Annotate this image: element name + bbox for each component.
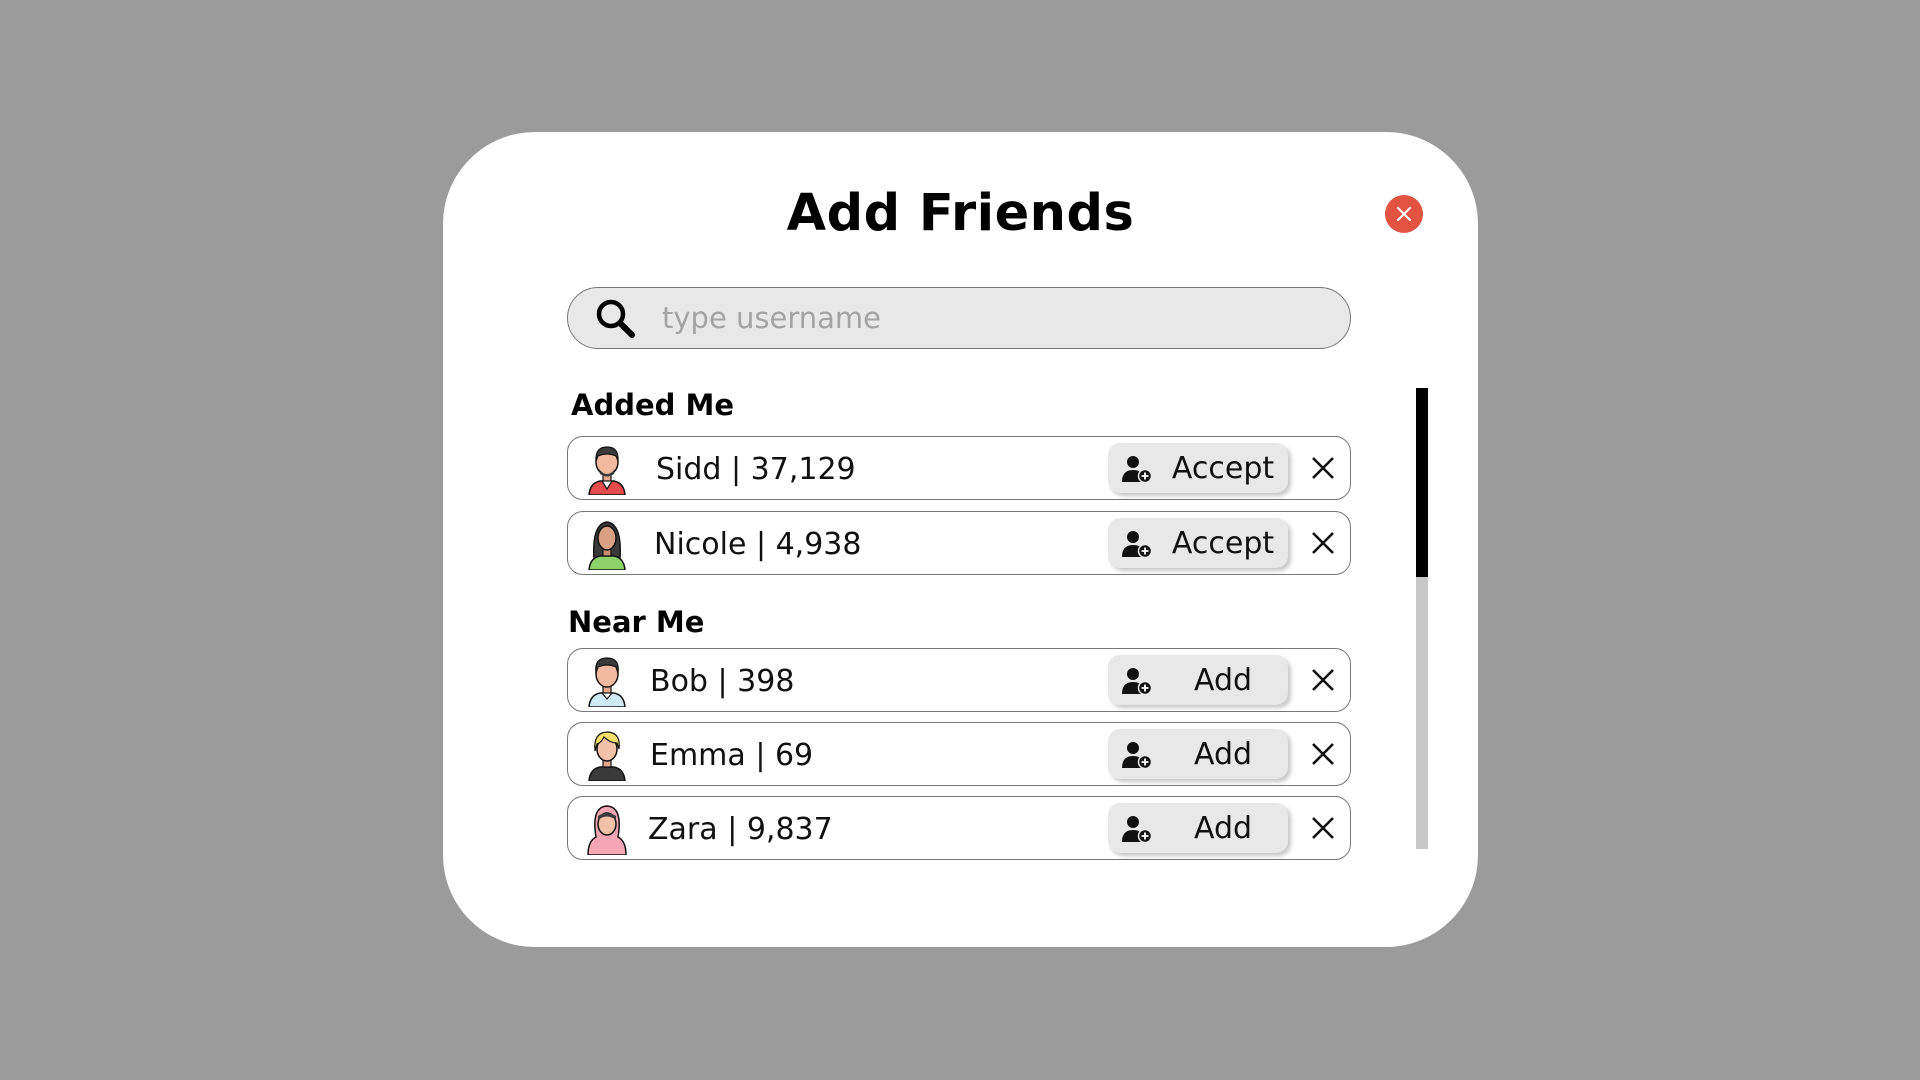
section-title-near-me: Near Me <box>568 605 705 639</box>
close-x-icon[interactable] <box>1310 530 1336 556</box>
man-blue-shirt-avatar <box>588 657 626 707</box>
search-bar <box>567 287 1351 349</box>
accept-button-label: Accept <box>1171 526 1275 561</box>
hijab-woman-avatar <box>587 805 627 855</box>
close-x-icon[interactable] <box>1310 667 1336 693</box>
add-button-label: Add <box>1193 737 1253 772</box>
close-button[interactable] <box>1385 195 1423 233</box>
modal-title: Add Friends <box>786 184 1135 243</box>
friend-name: Bob | 398 <box>650 664 795 699</box>
accept-button-label: Accept <box>1171 451 1275 486</box>
add-button[interactable]: Add <box>1108 803 1288 853</box>
nearby-user-row-emma: Emma | 69 Add <box>567 722 1351 786</box>
add-button[interactable]: Add <box>1108 729 1288 779</box>
add-button[interactable]: Add <box>1108 655 1288 705</box>
friend-name: Sidd | 37,129 <box>656 452 856 487</box>
woman-green-shirt-avatar <box>588 521 626 570</box>
accept-button[interactable]: Accept <box>1108 518 1288 568</box>
add-button-label: Add <box>1193 663 1253 698</box>
friend-name: Emma | 69 <box>650 738 814 773</box>
search-input[interactable] <box>660 300 1324 336</box>
man-red-shirt-avatar <box>588 446 626 495</box>
close-x-icon[interactable] <box>1310 815 1336 841</box>
friend-request-row-nicole: Nicole | 4,938 Accept <box>567 511 1351 575</box>
close-x-icon[interactable] <box>1310 455 1336 481</box>
add-friends-modal: Add Friends Added Me Sidd | 37,129 <box>443 132 1478 947</box>
close-icon <box>1397 207 1411 221</box>
scrollbar-thumb[interactable] <box>1416 388 1428 577</box>
blonde-woman-avatar <box>588 731 626 781</box>
add-button-label: Add <box>1193 811 1253 846</box>
friend-name: Zara | 9,837 <box>648 812 833 847</box>
close-x-icon[interactable] <box>1310 741 1336 767</box>
section-title-added-me: Added Me <box>571 388 735 422</box>
accept-button[interactable]: Accept <box>1108 443 1288 493</box>
nearby-user-row-bob: Bob | 398 Add <box>567 648 1351 712</box>
friend-request-row-sidd: Sidd | 37,129 Accept <box>567 436 1351 500</box>
friend-name: Nicole | 4,938 <box>654 527 862 562</box>
search-icon <box>594 297 636 339</box>
nearby-user-row-zara: Zara | 9,837 Add <box>567 796 1351 860</box>
